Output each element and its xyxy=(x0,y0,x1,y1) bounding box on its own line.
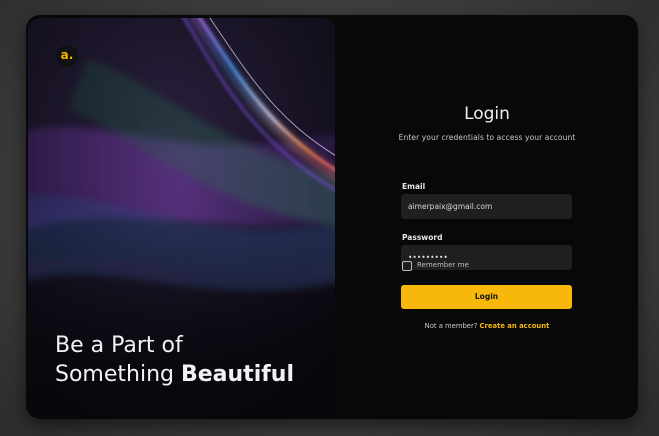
password-label: Password xyxy=(402,233,443,242)
tagline-line-1: Be a Part of xyxy=(55,333,183,358)
login-card: a. Be a Part of Something Beautiful Logi… xyxy=(26,15,638,419)
brand-logo[interactable]: a. xyxy=(56,45,78,67)
page-title: Login xyxy=(464,104,510,124)
tagline-regular-text: Something xyxy=(55,362,181,387)
signup-prompt: Not a member? Create an account xyxy=(336,322,638,330)
create-account-link[interactable]: Create an account xyxy=(480,322,550,330)
remember-me-checkbox[interactable] xyxy=(402,261,412,271)
hero-tagline: Be a Part of Something Beautiful xyxy=(55,331,294,389)
login-form: Login Enter your credentials to access y… xyxy=(336,15,638,419)
email-label: Email xyxy=(402,182,426,191)
page-subtitle: Enter your credentials to access your ac… xyxy=(398,133,576,142)
tagline-line-2: Something Beautiful xyxy=(55,360,294,389)
remember-me-label[interactable]: Remember me xyxy=(417,261,469,269)
login-button[interactable]: Login xyxy=(401,285,572,309)
email-field[interactable]: aimerpaix@gmail.com xyxy=(401,194,572,219)
hero-image-panel: a. Be a Part of Something Beautiful xyxy=(28,18,335,415)
signup-prompt-text: Not a member? xyxy=(424,322,480,330)
logo-mark: a. xyxy=(60,48,74,62)
tagline-bold-text: Beautiful xyxy=(180,362,295,387)
